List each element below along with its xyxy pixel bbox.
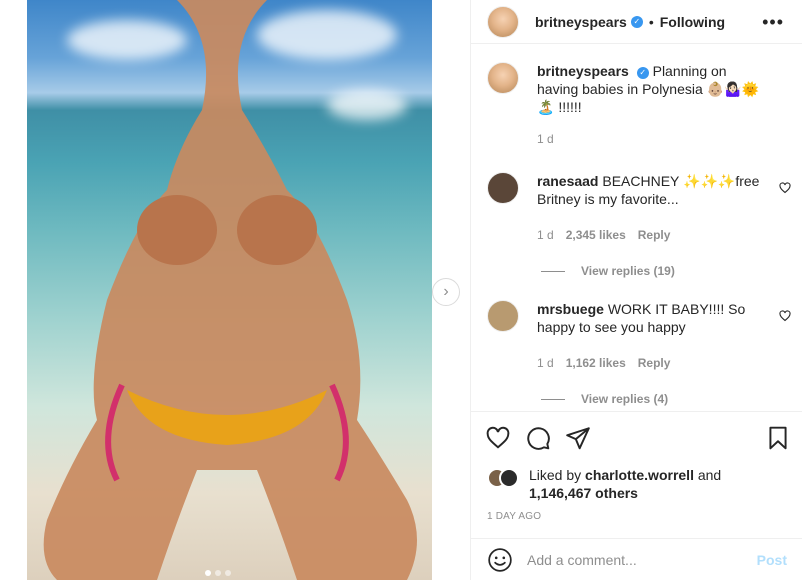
post-side-panel: britneyspears ✓ • Following ••• britneys…	[470, 0, 802, 580]
comments-list: britneyspears ✓ Planning on having babie…	[471, 62, 802, 406]
caption: britneyspears ✓ Planning on having babie…	[471, 62, 802, 148]
author-avatar[interactable]	[487, 5, 519, 38]
like-comment-heart-icon[interactable]	[779, 310, 791, 322]
caption-avatar[interactable]	[487, 62, 519, 94]
post-header: britneyspears ✓ • Following •••	[471, 0, 802, 44]
comment-icon[interactable]	[525, 425, 551, 451]
verified-badge-icon: ✓	[636, 67, 649, 79]
comment-item: mrsbuege WORK IT BABY!!!! So happy to se…	[471, 300, 802, 372]
more-options-icon[interactable]: •••	[762, 12, 784, 33]
heart-icon[interactable]	[485, 425, 511, 451]
view-replies-button[interactable]: View replies (19)	[541, 264, 802, 278]
comment-likes[interactable]: 1,162 likes	[566, 354, 626, 372]
comment-likes[interactable]: 2,345 likes	[566, 226, 626, 244]
media-panel: ›	[0, 0, 470, 580]
commenter-username[interactable]: mrsbuege	[537, 301, 604, 317]
caption-username[interactable]: britneyspears	[537, 63, 629, 79]
comment-item: ranesaad BEACHNEY ✨✨✨free Britney is my …	[471, 172, 802, 244]
commenter-username[interactable]: ranesaad	[537, 173, 598, 189]
reply-button[interactable]: Reply	[638, 354, 671, 372]
save-bookmark-icon[interactable]	[765, 425, 791, 451]
chevron-right-icon: ›	[443, 283, 449, 300]
add-comment-bar: Post	[471, 538, 802, 580]
emoji-smile-icon[interactable]	[487, 547, 513, 573]
liked-by-user[interactable]: charlotte.worrell	[585, 467, 694, 483]
caption-time[interactable]: 1 d	[537, 130, 554, 148]
comment-time[interactable]: 1 d	[537, 354, 554, 372]
liked-by-others[interactable]: 1,146,467 others	[529, 485, 638, 501]
liked-by-conj: and	[697, 467, 722, 483]
commenter-avatar[interactable]	[487, 172, 519, 204]
carousel-dot	[215, 570, 221, 576]
following-button[interactable]: Following	[660, 14, 725, 30]
reply-button[interactable]: Reply	[638, 226, 671, 244]
post-actions	[471, 411, 802, 463]
like-comment-heart-icon[interactable]	[779, 182, 791, 194]
replies-divider	[541, 398, 565, 400]
liked-by-prefix: Liked by	[529, 467, 582, 483]
beach-figure-illustration	[43, 0, 418, 580]
verified-badge-icon: ✓	[630, 15, 643, 28]
comment-input[interactable]	[527, 551, 757, 568]
likes-summary: Liked by charlotte.worrell and 1,146,467…	[487, 466, 787, 502]
view-replies-button[interactable]: View replies (4)	[541, 392, 802, 406]
view-replies-label[interactable]: View replies (4)	[581, 392, 668, 406]
liker-avatars	[487, 468, 521, 488]
carousel-dot	[225, 570, 231, 576]
carousel-dot	[205, 570, 211, 576]
carousel-next-button[interactable]: ›	[432, 278, 460, 306]
carousel-dots	[205, 570, 231, 576]
post-photo[interactable]	[27, 0, 432, 580]
commenter-avatar[interactable]	[487, 300, 519, 332]
view-replies-label[interactable]: View replies (19)	[581, 264, 675, 278]
post-timestamp[interactable]: 1 DAY AGO	[487, 511, 541, 522]
replies-divider	[541, 270, 565, 272]
post-comment-button[interactable]: Post	[757, 552, 787, 568]
liker-avatar[interactable]	[499, 468, 519, 488]
comment-time[interactable]: 1 d	[537, 226, 554, 244]
header-separator: •	[648, 13, 654, 30]
share-icon[interactable]	[565, 425, 591, 451]
author-username[interactable]: britneyspears	[535, 14, 627, 30]
